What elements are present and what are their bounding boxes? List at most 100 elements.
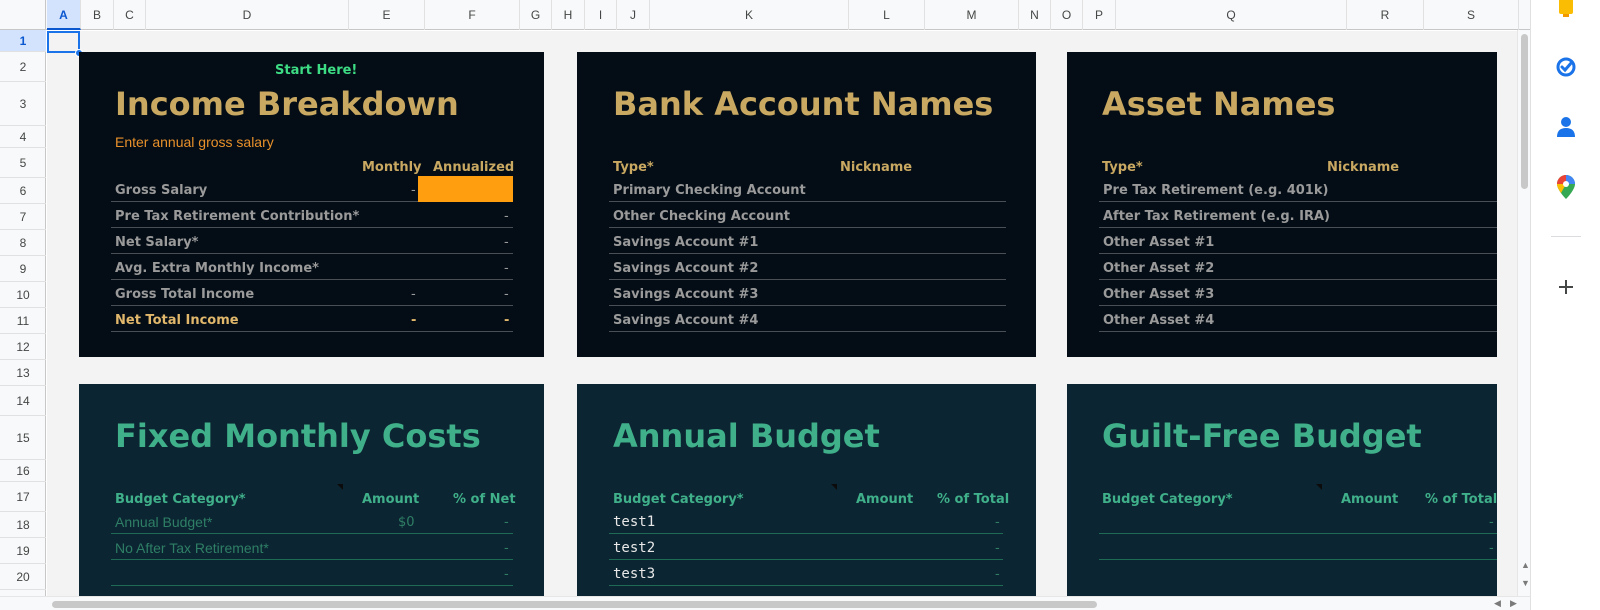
tasks-icon[interactable] [1553,54,1579,80]
row-header-9[interactable]: 9 [0,256,46,282]
row-header-5[interactable]: 5 [0,148,46,178]
annual-budget-card: Annual Budget Budget Category* Amount % … [577,384,1036,596]
column-header-o[interactable]: O [1051,0,1083,30]
guilt-row[interactable]: - [1099,508,1497,534]
column-header-d[interactable]: D [146,0,349,30]
row-header-1[interactable]: 1 [0,30,46,52]
annual-row-pct: - [995,541,1000,556]
asset-row[interactable]: Other Asset #4 [1099,306,1497,332]
bank-row[interactable]: Savings Account #4 [609,306,1006,332]
select-all-corner[interactable] [0,0,46,30]
keep-icon[interactable] [1553,0,1579,20]
asset-row[interactable]: Other Asset #3 [1099,280,1497,306]
income-row-annualized: - [504,209,509,224]
row-header-16[interactable]: 16 [0,460,46,482]
column-header-m[interactable]: M [925,0,1019,30]
fixed-row[interactable]: Annual Budget* $0 - [111,508,513,534]
annual-row[interactable]: test3 - [609,560,1003,586]
scroll-left-arrow[interactable]: ◀ [1494,598,1501,609]
row-header-18[interactable]: 18 [0,512,46,538]
income-row[interactable]: Gross Salary - [111,176,513,202]
vertical-scrollbar[interactable]: ▲ ▼ [1517,30,1530,596]
bank-row-label: Primary Checking Account [613,183,806,198]
fixed-row-label: No After Tax Retirement* [115,540,269,556]
fixed-col-category: Budget Category* [115,492,246,507]
row-header-6[interactable]: 6 [0,178,46,204]
column-header-r[interactable]: R [1347,0,1424,30]
column-header-a[interactable]: A [47,0,81,30]
income-row[interactable]: Net Salary* - [111,228,513,254]
column-header-n[interactable]: N [1019,0,1051,30]
row-header-19[interactable]: 19 [0,538,46,564]
column-header-k[interactable]: K [650,0,849,30]
income-row-label: Gross Total Income [115,287,255,302]
row-header-4[interactable]: 4 [0,126,46,148]
scroll-down-arrow[interactable]: ▼ [1521,578,1530,588]
row-header-13[interactable]: 13 [0,360,46,386]
income-row[interactable]: Avg. Extra Monthly Income* - [111,254,513,280]
annual-title: Annual Budget [613,417,880,455]
column-header-e[interactable]: E [349,0,425,30]
bank-col-nickname: Nickname [840,160,913,175]
comment-marker [337,484,343,490]
row-header-8[interactable]: 8 [0,230,46,256]
row-header-14[interactable]: 14 [0,386,46,416]
row-header-15[interactable]: 15 [0,416,46,460]
bank-row-label: Other Checking Account [613,209,790,224]
fixed-row-pct: - [504,515,509,530]
column-header-j[interactable]: J [617,0,650,30]
scroll-up-arrow[interactable]: ▲ [1521,560,1530,570]
fixed-row[interactable]: - [111,560,513,586]
guilt-col-amount: Amount [1341,492,1399,507]
fixed-row[interactable]: No After Tax Retirement* - [111,534,513,560]
column-header-h[interactable]: H [552,0,585,30]
income-row[interactable]: Pre Tax Retirement Contribution* - [111,202,513,228]
bank-row[interactable]: Savings Account #1 [609,228,1006,254]
add-icon[interactable] [1553,274,1579,300]
asset-row[interactable]: Pre Tax Retirement (e.g. 401k) [1099,176,1497,202]
row-header-17[interactable]: 17 [0,482,46,512]
fixed-col-pct: % of Net [453,492,516,507]
asset-row[interactable]: Other Asset #2 [1099,254,1497,280]
bank-row[interactable]: Savings Account #2 [609,254,1006,280]
row-header-2[interactable]: 2 [0,52,46,82]
income-row[interactable]: Gross Total Income - - [111,280,513,306]
bank-row[interactable]: Other Checking Account [609,202,1006,228]
guilt-row[interactable]: - [1099,534,1497,560]
vertical-scroll-thumb[interactable] [1521,34,1528,189]
income-row[interactable]: Net Total Income - - [111,306,513,332]
row-header-12[interactable]: 12 [0,334,46,360]
column-header-g[interactable]: G [520,0,552,30]
asset-row[interactable]: Other Asset #1 [1099,228,1497,254]
guilt-free-budget-card: Guilt-Free Budget Budget Category* Amoun… [1067,384,1497,596]
column-header-q[interactable]: Q [1116,0,1347,30]
gross-salary-input[interactable] [418,176,513,202]
comment-marker [1316,484,1322,490]
contacts-icon[interactable] [1553,114,1579,140]
row-header-7[interactable]: 7 [0,204,46,230]
guilt-col-category: Budget Category* [1102,492,1233,507]
maps-icon[interactable] [1553,174,1579,200]
column-header-b[interactable]: B [81,0,114,30]
column-header-f[interactable]: F [425,0,520,30]
row-header-20[interactable]: 20 [0,564,46,590]
scroll-right-arrow[interactable]: ▶ [1510,598,1517,609]
column-header-l[interactable]: L [849,0,925,30]
bank-row[interactable]: Savings Account #3 [609,280,1006,306]
column-header-c[interactable]: C [114,0,146,30]
income-col-annualized: Annualized [433,160,515,175]
row-header-3[interactable]: 3 [0,82,46,126]
horizontal-scrollbar[interactable]: ◀ ▶ [0,596,1530,610]
row-header-10[interactable]: 10 [0,282,46,308]
sheet-grid[interactable]: Start Here! Income Breakdown Enter annua… [47,31,1530,596]
annual-row[interactable]: test2 - [609,534,1003,560]
row-header-11[interactable]: 11 [0,308,46,334]
bank-row[interactable]: Primary Checking Account [609,176,1006,202]
annual-row[interactable]: test1 - [609,508,1003,534]
asset-row[interactable]: After Tax Retirement (e.g. IRA) [1099,202,1497,228]
column-header-s[interactable]: S [1424,0,1519,30]
column-header-p[interactable]: P [1083,0,1116,30]
horizontal-scroll-thumb[interactable] [52,601,1097,608]
column-header-bar: ABCDEFGHIJKLMNOPQRS [0,0,1530,30]
column-header-i[interactable]: I [585,0,617,30]
